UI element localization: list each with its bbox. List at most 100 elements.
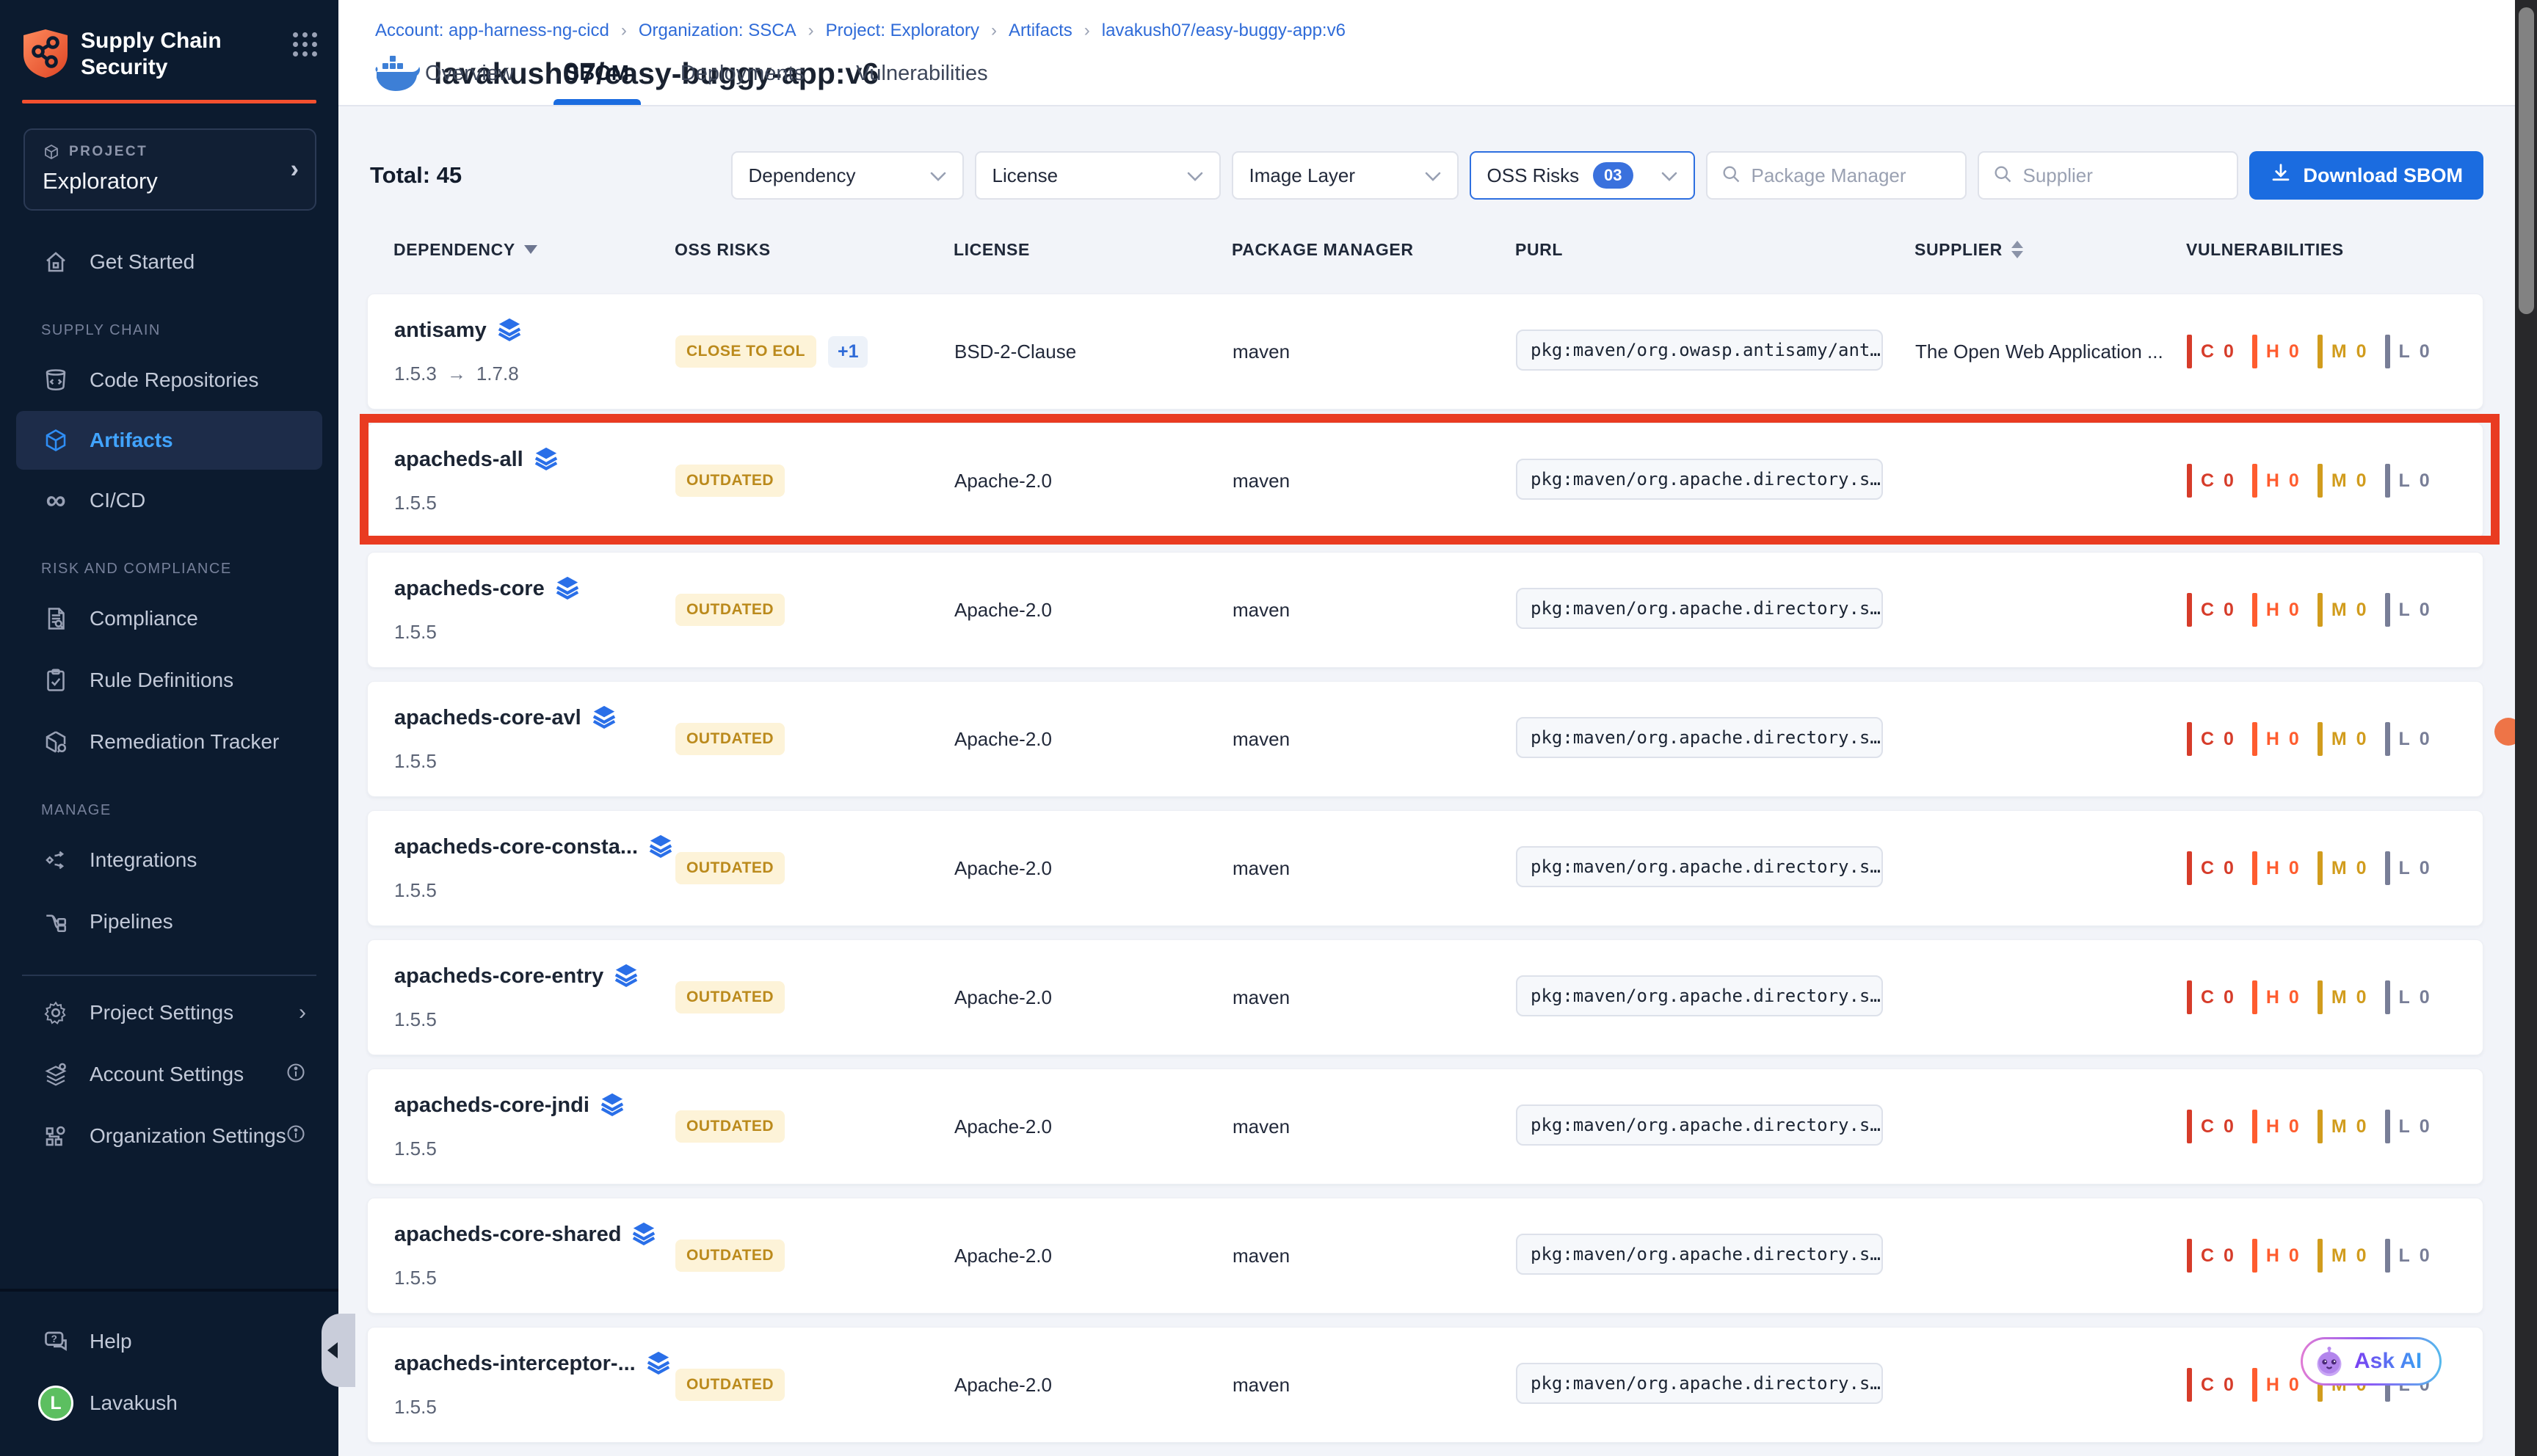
sidebar-item-compliance[interactable]: Compliance [0, 588, 338, 649]
license-cell: Apache-2.0 [954, 599, 1233, 622]
package-manager-cell: maven [1233, 470, 1516, 492]
breadcrumb-item[interactable]: Artifacts [1009, 21, 1072, 41]
risk-badge[interactable]: OUTDATED [675, 723, 785, 755]
table-row[interactable]: apacheds-core-jndi1.5.5OUTDATEDApache-2.… [367, 1069, 2483, 1184]
sort-descending-icon [524, 245, 537, 254]
column-header-vulnerabilities[interactable]: VULNERABILITIES [2186, 240, 2483, 260]
breadcrumb-item[interactable]: Account: app-harness-ng-cicd [375, 21, 609, 41]
filter-dropdown-oss-risks[interactable]: OSS Risks03 [1470, 151, 1695, 200]
sidebar-collapse-handle[interactable] [322, 1314, 355, 1387]
tab-deployments[interactable]: Deployments [676, 62, 809, 105]
table-row[interactable]: apacheds-interceptor-...1.5.5OUTDATEDApa… [367, 1327, 2483, 1443]
breadcrumb-item[interactable]: Project: Exploratory [826, 21, 979, 41]
risk-badge[interactable]: OUTDATED [675, 1110, 785, 1143]
filter-dropdown-license[interactable]: License [975, 151, 1221, 200]
purl-cell: pkg:maven/org.apache.directory.s… [1516, 1104, 1915, 1149]
table-row[interactable]: antisamy1.5.3→1.7.8CLOSE TO EOL+1BSD-2-C… [367, 294, 2483, 410]
avatar: L [38, 1386, 73, 1421]
info-icon [286, 1124, 306, 1149]
sidebar-item-pipelines[interactable]: Pipelines [0, 891, 338, 953]
dependency-cell: apacheds-interceptor-...1.5.5 [394, 1328, 675, 1419]
risk-badge[interactable]: CLOSE TO EOL [675, 335, 816, 368]
breadcrumb-item[interactable]: Organization: SSCA [639, 21, 796, 41]
purl-value[interactable]: pkg:maven/org.owasp.antisamy/ant… [1516, 330, 1883, 371]
purl-value[interactable]: pkg:maven/org.apache.directory.s… [1516, 717, 1883, 758]
table-row[interactable]: apacheds-core-avl1.5.5OUTDATEDApache-2.0… [367, 681, 2483, 797]
sidebar-item-remediation-tracker[interactable]: Remediation Tracker [0, 711, 338, 773]
risk-badge[interactable]: OUTDATED [675, 1240, 785, 1272]
breadcrumb-item[interactable]: lavakush07/easy-buggy-app:v6 [1102, 21, 1346, 41]
version-current: 1.5.5 [394, 750, 437, 773]
column-header-oss-risks[interactable]: OSS RISKS [675, 240, 954, 260]
scrollbar-thumb[interactable] [2519, 7, 2534, 314]
version-current: 1.5.5 [394, 879, 437, 902]
vulnerability-count-m: M 0 [2318, 722, 2369, 756]
sidebar-item-account-settings[interactable]: Account Settings [0, 1044, 338, 1105]
project-selector[interactable]: PROJECT Exploratory › [23, 128, 316, 211]
table-row[interactable]: apacheds-core-consta...1.5.5OUTDATEDApac… [367, 810, 2483, 926]
column-header-supplier[interactable]: SUPPLIER [1914, 240, 2186, 260]
version-current: 1.5.5 [394, 621, 437, 644]
severity-bar [2385, 851, 2390, 885]
vulnerabilities-cell: C 0H 0M 0L 0 [2187, 464, 2483, 498]
vulnerability-count-l: L 0 [2385, 464, 2432, 498]
package-manager-cell: maven [1233, 341, 1516, 363]
severity-label: M 0 [2331, 729, 2369, 750]
vulnerability-count-l: L 0 [2385, 1239, 2432, 1273]
sidebar-item-code-repositories[interactable]: Code Repositories [0, 349, 338, 411]
severity-bar [2385, 593, 2390, 627]
purl-value[interactable]: pkg:maven/org.apache.directory.s… [1516, 1104, 1883, 1146]
filter-dropdown-image-layer[interactable]: Image Layer [1232, 151, 1459, 200]
box-wrench-icon [41, 727, 70, 757]
project-cube-icon [43, 143, 60, 161]
table-row[interactable]: apacheds-core-shared1.5.5OUTDATEDApache-… [367, 1198, 2483, 1314]
sidebar-item-label: Integrations [90, 848, 197, 872]
severity-bar [2252, 1368, 2257, 1402]
risk-badge[interactable]: OUTDATED [675, 981, 785, 1013]
sidebar-item-artifacts[interactable]: Artifacts [16, 411, 322, 470]
tab-sbom[interactable]: SBOM [561, 62, 634, 105]
column-header-purl[interactable]: PURL [1515, 240, 1914, 260]
sidebar-item-project-settings[interactable]: Project Settings› [0, 982, 338, 1044]
dependency-version: 1.5.5 [394, 1396, 675, 1419]
table-row[interactable]: apacheds-core-entry1.5.5OUTDATEDApache-2… [367, 939, 2483, 1055]
download-sbom-button[interactable]: Download SBOM [2249, 151, 2484, 200]
severity-label: C 0 [2201, 858, 2236, 879]
risk-badge[interactable]: OUTDATED [675, 1369, 785, 1401]
purl-value[interactable]: pkg:maven/org.apache.directory.s… [1516, 1363, 1883, 1404]
sidebar-user[interactable]: L Lavakush [0, 1372, 338, 1434]
filter-dropdown-dependency[interactable]: Dependency [731, 151, 964, 200]
column-header-dependency[interactable]: DEPENDENCY [393, 240, 675, 260]
sidebar-item-ci-cd[interactable]: ∞CI/CD [0, 470, 338, 531]
risk-badge[interactable]: +1 [828, 336, 868, 368]
scrollbar-track[interactable] [2515, 0, 2537, 1456]
table-row[interactable]: apacheds-core1.5.5OUTDATEDApache-2.0mave… [367, 552, 2483, 668]
severity-label: C 0 [2201, 1116, 2236, 1138]
risk-badge[interactable]: OUTDATED [675, 852, 785, 884]
search-input[interactable] [2023, 164, 2224, 187]
sidebar-item-get-started[interactable]: Get Started [0, 231, 338, 293]
purl-value[interactable]: pkg:maven/org.apache.directory.s… [1516, 1234, 1883, 1275]
purl-cell: pkg:maven/org.owasp.antisamy/ant… [1516, 330, 1915, 374]
search-input[interactable] [1752, 164, 1952, 187]
tab-vulnerabilities[interactable]: Vulnerabilities [852, 62, 992, 105]
risk-badge[interactable]: OUTDATED [675, 465, 785, 497]
column-header-license[interactable]: LICENSE [954, 240, 1232, 260]
purl-value[interactable]: pkg:maven/org.apache.directory.s… [1516, 459, 1883, 500]
table-row[interactable]: apacheds-all1.5.5OUTDATEDApache-2.0maven… [367, 423, 2483, 539]
app-switcher-grid-icon[interactable] [293, 32, 318, 57]
purl-value[interactable]: pkg:maven/org.apache.directory.s… [1516, 975, 1883, 1016]
sidebar-item-rule-definitions[interactable]: Rule Definitions [0, 649, 338, 711]
ask-ai-button[interactable]: Ask AI [2301, 1337, 2442, 1386]
tab-overview[interactable]: Overview [421, 62, 518, 105]
purl-value[interactable]: pkg:maven/org.apache.directory.s… [1516, 588, 1883, 629]
nav-section-header: RISK AND COMPLIANCE [41, 561, 338, 578]
sidebar-item-integrations[interactable]: Integrations [0, 829, 338, 891]
risk-badge[interactable]: OUTDATED [675, 594, 785, 626]
purl-value[interactable]: pkg:maven/org.apache.directory.s… [1516, 846, 1883, 887]
severity-label: H 0 [2266, 470, 2301, 492]
column-header-package-manager[interactable]: PACKAGE MANAGER [1232, 240, 1515, 260]
sidebar-item-help[interactable]: ? Help [0, 1311, 338, 1372]
app-title: Supply Chain Security [81, 28, 293, 81]
sidebar-item-organization-settings[interactable]: Organization Settings [0, 1105, 338, 1167]
